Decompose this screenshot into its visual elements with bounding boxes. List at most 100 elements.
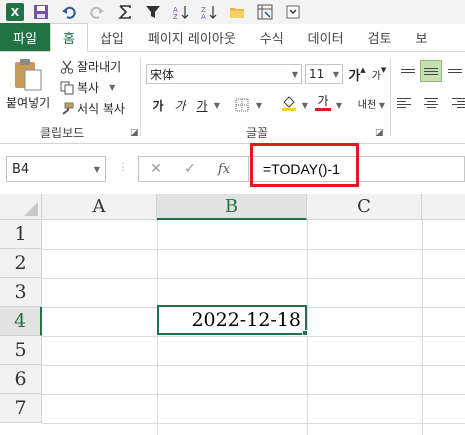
worksheet-grid: A B C 1 2 3 4 5 6 7 2022-12-18 — [0, 194, 465, 435]
filter-icon[interactable] — [142, 2, 164, 22]
tab-review[interactable]: 검토 — [356, 23, 404, 51]
align-right-button[interactable] — [444, 92, 465, 114]
group-divider — [140, 58, 141, 136]
splitter-handle[interactable]: ⋮ — [118, 162, 128, 173]
scissors-icon — [60, 60, 74, 74]
gridline — [422, 220, 423, 435]
align-bottom-button[interactable] — [444, 60, 465, 82]
svg-text:A: A — [201, 13, 206, 20]
clipboard-icon — [13, 58, 43, 92]
font-size-select[interactable]: 11 ▼ — [305, 64, 343, 84]
name-box[interactable]: B4 ▼ — [6, 156, 106, 182]
bold-button[interactable]: 가 — [150, 94, 166, 116]
sort-reverse-icon[interactable]: ZA — [198, 2, 220, 22]
align-left-button[interactable] — [397, 92, 419, 114]
format-painter-button[interactable]: 서식 복사 — [60, 98, 125, 119]
ribbon-tabs: 파일 홈 삽입 페이지 레이아웃 수식 데이터 검토 보 — [0, 23, 465, 52]
chevron-down-icon: ▼ — [291, 69, 298, 79]
excel-logo-icon: X — [6, 3, 24, 21]
column-header-d[interactable] — [422, 194, 465, 220]
font-launcher-icon[interactable]: ◪ — [375, 128, 384, 138]
tab-formulas[interactable]: 수식 — [248, 23, 296, 51]
gridline — [42, 394, 465, 395]
underline-dropdown[interactable]: ▼ — [212, 94, 222, 116]
row-header-3[interactable]: 3 — [0, 278, 42, 307]
underline-button[interactable]: 가 — [194, 94, 210, 116]
italic-button[interactable]: 가 — [172, 94, 188, 116]
font-color-label: 가 — [317, 94, 329, 108]
quick-access-toolbar: X AZ ZA — [0, 0, 465, 24]
gridline — [307, 220, 308, 435]
shrink-font-label: 가 — [371, 70, 381, 82]
tab-file[interactable]: 파일 — [0, 23, 50, 51]
ribbon-home: 붙여넣기 잘라내기 복사 ▼ 서식 복사 클립보드 ◪ 宋体 ▼ 11 ▼ 가 ▲… — [0, 52, 465, 144]
autosum-icon[interactable] — [114, 2, 136, 22]
paste-label: 붙여넣기 — [6, 96, 51, 110]
tab-view[interactable]: 보 — [403, 23, 439, 51]
font-name-select[interactable]: 宋体 ▼ — [146, 64, 302, 84]
font-color-button[interactable]: 가 — [313, 92, 333, 114]
chevron-down-icon: ▼ — [332, 69, 339, 79]
copy-button[interactable]: 복사 ▼ — [60, 77, 125, 98]
column-header-c[interactable]: C — [307, 194, 422, 220]
column-header-a[interactable]: A — [42, 194, 157, 220]
grow-font-label: 가 — [348, 68, 361, 84]
cancel-icon[interactable]: ✕ — [139, 161, 173, 177]
align-middle-button[interactable] — [420, 60, 442, 82]
row-header-2[interactable]: 2 — [0, 249, 42, 278]
sort-icon[interactable]: AZ — [170, 2, 192, 22]
paste-button[interactable]: 붙여넣기 — [6, 58, 50, 118]
undo-icon[interactable] — [58, 2, 80, 22]
chevron-down-icon: ▼ — [109, 83, 116, 92]
font-name-value: 宋体 — [150, 67, 175, 82]
tab-home[interactable]: 홈 — [50, 23, 88, 52]
borders-dropdown[interactable]: ▼ — [254, 94, 264, 116]
row-header-5[interactable]: 5 — [0, 336, 42, 365]
redo-icon[interactable] — [86, 2, 108, 22]
grow-font-button[interactable]: 가 ▲ — [347, 63, 367, 85]
chevron-down-icon: ▼ — [301, 100, 309, 110]
open-folder-icon[interactable] — [226, 2, 248, 22]
save-icon[interactable] — [30, 2, 52, 22]
row-header-1[interactable]: 1 — [0, 220, 42, 249]
row-header-7[interactable]: 7 — [0, 394, 42, 423]
fill-handle[interactable] — [302, 330, 308, 336]
chevron-down-icon: ▼ — [335, 100, 343, 110]
align-top-button[interactable] — [397, 60, 419, 82]
clipboard-actions: 잘라내기 복사 ▼ 서식 복사 — [60, 56, 125, 119]
cut-label: 잘라내기 — [77, 60, 122, 74]
fill-color-dropdown[interactable]: ▼ — [300, 94, 310, 116]
shrink-font-button[interactable]: 가 ▼ — [370, 63, 388, 85]
pivot-icon[interactable] — [254, 2, 276, 22]
gridline — [42, 423, 465, 424]
row-header-6[interactable]: 6 — [0, 365, 42, 394]
column-header-b[interactable]: B — [157, 194, 307, 220]
font-color-dropdown[interactable]: ▼ — [334, 94, 344, 116]
formula-actions: ✕ ✓ fx — [138, 156, 248, 182]
row-header-4[interactable]: 4 — [0, 307, 42, 336]
font-color-swatch — [315, 108, 331, 111]
group-divider — [390, 58, 391, 136]
chevron-down-icon: ▼ — [213, 100, 221, 110]
select-all-button[interactable] — [0, 194, 42, 220]
borders-icon — [235, 98, 249, 112]
tab-page-layout[interactable]: 페이지 레이아웃 — [136, 23, 248, 51]
annotation-highlight-box — [250, 143, 359, 187]
borders-button[interactable] — [232, 94, 252, 116]
format-painter-icon — [62, 102, 74, 115]
align-center-button[interactable] — [420, 92, 442, 114]
fill-color-button[interactable] — [278, 92, 300, 114]
phonetic-button[interactable]: 내천 — [354, 92, 380, 114]
copy-label: 복사 — [77, 81, 100, 95]
tab-data[interactable]: 데이터 — [296, 23, 356, 51]
svg-text:Z: Z — [173, 13, 178, 20]
cut-button[interactable]: 잘라내기 — [60, 56, 125, 77]
enter-icon[interactable]: ✓ — [173, 161, 207, 177]
format-painter-label: 서식 복사 — [77, 102, 125, 116]
active-cell-b4[interactable]: 2022-12-18 — [157, 305, 307, 335]
tab-insert[interactable]: 삽입 — [88, 23, 136, 51]
insert-function-icon[interactable]: fx — [207, 162, 241, 177]
more-icon[interactable] — [282, 2, 304, 22]
phonetic-dropdown[interactable]: ▼ — [378, 94, 386, 116]
clipboard-launcher-icon[interactable]: ◪ — [130, 128, 139, 138]
